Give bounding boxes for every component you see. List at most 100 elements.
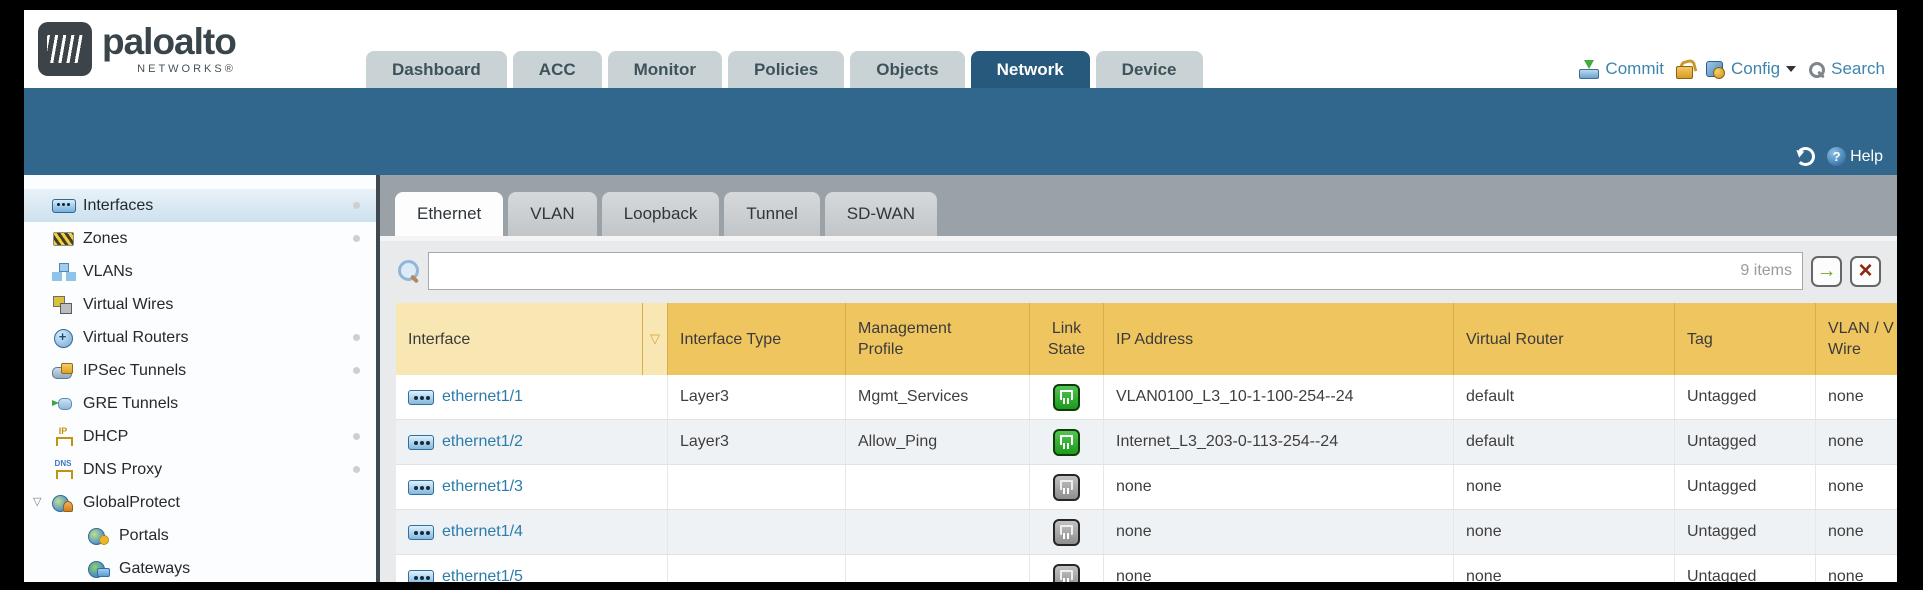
col-header-type[interactable]: Interface Type: [668, 303, 846, 375]
cell-interface-type: [668, 555, 846, 582]
sidebar-item-gre-tunnels[interactable]: GRE Tunnels: [24, 387, 376, 420]
sort-dropdown-icon[interactable]: ▽: [650, 331, 660, 347]
commit-icon: [1579, 60, 1599, 79]
clear-filter-button[interactable]: ×: [1850, 256, 1881, 287]
search-icon: [1808, 61, 1825, 78]
subtab-loopback[interactable]: Loopback: [602, 192, 720, 236]
refresh-icon[interactable]: [1796, 147, 1815, 166]
column-label: ManagementProfile: [858, 318, 951, 360]
nav-tab-acc[interactable]: ACC: [513, 51, 602, 88]
table-row[interactable]: ethernet1/3nonenoneUntaggednone: [396, 465, 1897, 510]
col-header-tag[interactable]: Tag: [1675, 303, 1816, 375]
nav-tab-dashboard[interactable]: Dashboard: [366, 51, 507, 88]
config-menu-button[interactable]: Config: [1705, 59, 1796, 79]
chevron-down-icon: [1786, 66, 1796, 72]
globalprotect-icon: [52, 493, 74, 512]
item-dot: [353, 433, 360, 440]
cell-vlan-virtual-wire: none: [1816, 465, 1897, 509]
table-body: ethernet1/1Layer3Mgmt_ServicesVLAN0100_L…: [396, 375, 1897, 582]
table-row[interactable]: ethernet1/5nonenoneUntaggednone: [396, 555, 1897, 582]
dns-proxy-icon: [52, 460, 74, 479]
nav-tab-objects[interactable]: Objects: [850, 51, 964, 88]
sidebar-item-dhcp[interactable]: DHCP: [24, 420, 376, 453]
sidebar-item-interfaces[interactable]: Interfaces: [24, 189, 376, 222]
table-row[interactable]: ethernet1/1Layer3Mgmt_ServicesVLAN0100_L…: [396, 375, 1897, 420]
table-row[interactable]: ethernet1/2Layer3Allow_PingInternet_L3_2…: [396, 420, 1897, 465]
cell-interface: ethernet1/1: [396, 375, 668, 419]
nav-tab-network[interactable]: Network: [971, 51, 1090, 88]
interface-icon: [408, 390, 434, 405]
cell-virtual-router: none: [1454, 555, 1675, 582]
cell-link-state: [1030, 510, 1104, 554]
sort-strip[interactable]: ▽: [643, 303, 668, 375]
item-dot: [353, 334, 360, 341]
col-header-interface[interactable]: Interface: [396, 303, 643, 375]
teal-banner: ? Help: [24, 88, 1897, 175]
col-header-profile[interactable]: ManagementProfile: [846, 303, 1030, 375]
sidebar-item-portals[interactable]: Portals: [24, 519, 376, 552]
gre-tunnels-icon: [52, 394, 74, 413]
cell-tag: Untagged: [1675, 510, 1816, 554]
item-dot: [353, 235, 360, 242]
cell-interface-type: Layer3: [668, 420, 846, 464]
link-state-up-icon: [1053, 384, 1080, 411]
item-dot: [353, 466, 360, 473]
main-nav-tabs: DashboardACCMonitorPoliciesObjectsNetwor…: [366, 51, 1203, 88]
sidebar-item-label: Portals: [119, 527, 169, 545]
global-search-button[interactable]: Search: [1808, 59, 1885, 79]
interface-link[interactable]: ethernet1/2: [442, 433, 523, 451]
interface-link[interactable]: ethernet1/5: [442, 568, 523, 582]
column-label: IP Address: [1116, 329, 1193, 350]
sidebar-item-zones[interactable]: Zones: [24, 222, 376, 255]
column-label: Interface: [408, 329, 470, 350]
sidebar-item-dns-proxy[interactable]: DNS Proxy: [24, 453, 376, 486]
view-utilities: ? Help: [1796, 147, 1883, 166]
col-header-vr[interactable]: Virtual Router: [1454, 303, 1675, 375]
cell-management-profile: [846, 465, 1030, 509]
sidebar-item-vlans[interactable]: VLANs: [24, 255, 376, 288]
subtab-tunnel[interactable]: Tunnel: [724, 192, 819, 236]
sidebar-item-ipsec-tunnels[interactable]: IPSec Tunnels: [24, 354, 376, 387]
interfaces-table: Interface ▽ Interface Type ManagementProfil…: [396, 303, 1897, 582]
interface-icon: [408, 480, 434, 495]
nav-tab-policies[interactable]: Policies: [728, 51, 844, 88]
nav-tab-device[interactable]: Device: [1096, 51, 1203, 88]
sidebar-item-label: DHCP: [83, 428, 128, 446]
sidebar-item-virtual-routers[interactable]: Virtual Routers: [24, 321, 376, 354]
sidebar-item-virtual-wires[interactable]: Virtual Wires: [24, 288, 376, 321]
column-label: VLAN / VWire: [1828, 318, 1894, 360]
interface-link[interactable]: ethernet1/3: [442, 478, 523, 496]
cell-vlan-virtual-wire: none: [1816, 420, 1897, 464]
apply-filter-button[interactable]: →: [1811, 256, 1842, 287]
subtab-sd-wan[interactable]: SD-WAN: [825, 192, 937, 236]
cell-vlan-virtual-wire: none: [1816, 510, 1897, 554]
subtab-vlan[interactable]: VLAN: [508, 192, 596, 236]
sidebar-item-globalprotect[interactable]: ▽GlobalProtect: [24, 486, 376, 519]
interface-link[interactable]: ethernet1/1: [442, 388, 523, 406]
filter-search-icon: [396, 258, 420, 284]
sidebar-item-label: IPSec Tunnels: [83, 362, 186, 380]
dhcp-icon: [52, 427, 74, 446]
help-button[interactable]: ? Help: [1827, 147, 1883, 166]
sidebar-item-gateways[interactable]: Gateways: [24, 552, 376, 582]
table-row[interactable]: ethernet1/4nonenoneUntaggednone: [396, 510, 1897, 555]
sidebar-item-label: Gateways: [119, 560, 190, 578]
col-header-ip[interactable]: IP Address: [1104, 303, 1454, 375]
subtab-ethernet[interactable]: Ethernet: [395, 192, 503, 236]
interface-link[interactable]: ethernet1/4: [442, 523, 523, 541]
virtual-wires-icon: [52, 295, 74, 314]
filter-input[interactable]: [429, 253, 1802, 289]
cell-management-profile: [846, 510, 1030, 554]
col-header-link[interactable]: LinkState: [1030, 303, 1104, 375]
ipsec-tunnels-icon: [52, 361, 74, 380]
sidebar-item-label: VLANs: [83, 263, 133, 281]
commit-button[interactable]: Commit: [1579, 59, 1664, 79]
expand-arrow-icon[interactable]: ▽: [33, 495, 41, 508]
nav-tab-monitor[interactable]: Monitor: [608, 51, 722, 88]
link-state-down-icon: [1053, 564, 1080, 583]
cell-vlan-virtual-wire: none: [1816, 375, 1897, 419]
cell-management-profile: Allow_Ping: [846, 420, 1030, 464]
sidebar-item-label: DNS Proxy: [83, 461, 162, 479]
lock-icon[interactable]: [1676, 60, 1693, 79]
col-header-vlan[interactable]: VLAN / VWire: [1816, 303, 1897, 375]
